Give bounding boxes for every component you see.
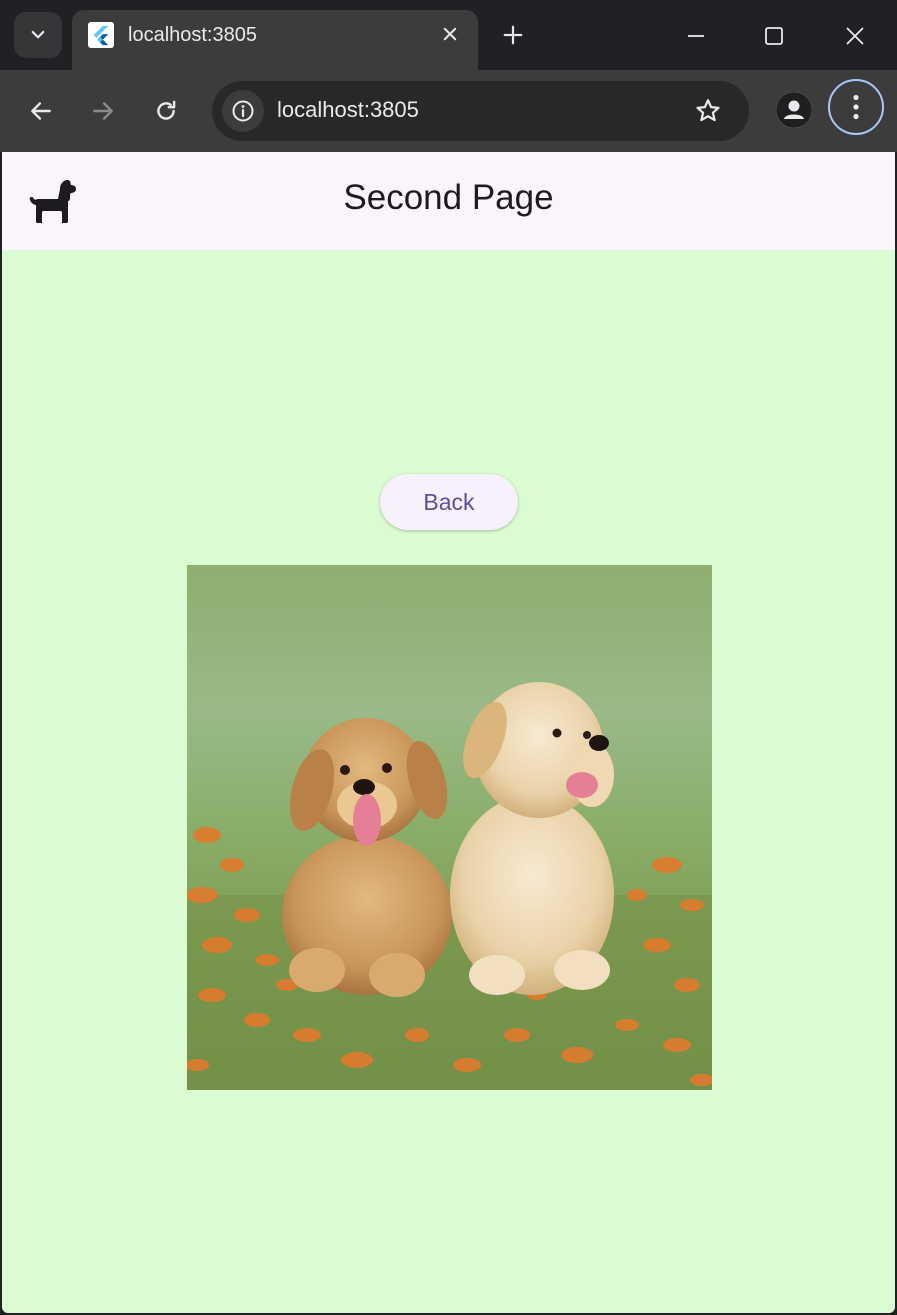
- more-vert-icon: [853, 94, 859, 120]
- close-window-button[interactable]: [833, 14, 877, 58]
- minimize-button[interactable]: [674, 14, 718, 58]
- page-content: Second Page Back: [2, 152, 895, 1313]
- browser-toolbar: localhost:3805: [0, 70, 897, 152]
- address-bar[interactable]: localhost:3805: [212, 81, 749, 141]
- chevron-down-icon: [31, 30, 45, 39]
- close-icon: [443, 27, 457, 41]
- arrow-left-icon: [31, 102, 51, 120]
- tab-strip: localhost:3805: [0, 0, 897, 70]
- info-icon: [232, 100, 254, 122]
- url-text[interactable]: localhost:3805: [277, 97, 419, 123]
- tab-search-button[interactable]: [14, 12, 62, 58]
- browser-window: localhost:3805 localhost:3805 Second Pag…: [0, 0, 897, 1315]
- two-puppies-photo: [187, 565, 712, 1090]
- plus-icon: [503, 25, 523, 45]
- reload-icon: [157, 100, 176, 120]
- arrow-right-icon: [93, 102, 113, 120]
- back-button[interactable]: Back: [380, 474, 518, 530]
- reload-button[interactable]: [145, 90, 187, 132]
- star-icon: [696, 99, 720, 122]
- account-icon: [776, 92, 812, 128]
- bookmark-button[interactable]: [691, 94, 725, 128]
- app-bar: Second Page: [2, 152, 895, 250]
- site-info-button[interactable]: [222, 90, 264, 132]
- profile-button[interactable]: [776, 92, 812, 128]
- browser-tab-active[interactable]: localhost:3805: [72, 10, 478, 70]
- minimize-icon: [688, 35, 704, 37]
- forward-nav-button[interactable]: [82, 90, 124, 132]
- browser-menu-button[interactable]: [828, 79, 884, 135]
- page-title: Second Page: [343, 178, 554, 217]
- close-icon: [846, 27, 864, 45]
- flutter-icon: [88, 22, 114, 48]
- maximize-button[interactable]: [752, 14, 796, 58]
- tab-close-button[interactable]: [438, 22, 462, 46]
- maximize-icon: [765, 27, 783, 45]
- new-tab-button[interactable]: [496, 18, 530, 52]
- back-nav-button[interactable]: [20, 90, 62, 132]
- tab-title: localhost:3805: [128, 24, 257, 46]
